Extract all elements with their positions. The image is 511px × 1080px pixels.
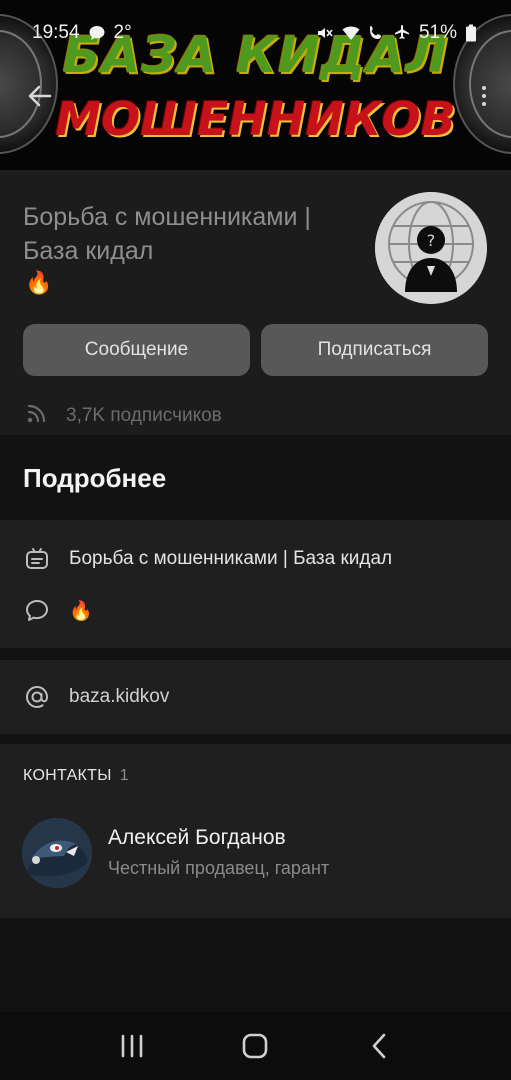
- channel-emoji: 🔥: [25, 270, 53, 295]
- channel-title: Борьба с мошенниками | База кидал: [23, 203, 311, 265]
- airplane-icon: [393, 24, 411, 42]
- link-card[interactable]: baza.kidkov: [0, 660, 511, 734]
- more-options-icon[interactable]: [479, 82, 489, 112]
- details-heading: Подробнее: [23, 463, 167, 493]
- contacts-title: КОНТАКТЫ 1: [23, 767, 129, 785]
- chat-bubble-icon: [88, 24, 106, 42]
- contacts-card: КОНТАКТЫ 1 Алексей Богданов Честный прода…: [0, 744, 511, 918]
- wifi-call-icon: [367, 24, 385, 42]
- bot-icon: [24, 546, 50, 572]
- channel-header: Борьба с мошенниками | База кидал 🔥 ? Со…: [0, 170, 511, 435]
- description-text: Борьба с мошенниками | База кидал: [69, 548, 393, 569]
- wifi-icon: [341, 24, 360, 42]
- svg-text:?: ?: [427, 231, 436, 250]
- weather-temperature: 2°: [113, 22, 132, 43]
- rss-icon: [26, 402, 48, 430]
- contact-subtitle: Честный продавец, гарант: [108, 858, 330, 878]
- cover-text-line2: МОШЕННИКОВ: [55, 92, 456, 146]
- status-emoji: 🔥: [69, 601, 93, 622]
- speech-bubble-icon: [24, 598, 50, 624]
- contacts-label: КОНТАКТЫ: [23, 767, 112, 784]
- clock: 19:54: [32, 22, 80, 43]
- link-row[interactable]: baza.kidkov: [0, 684, 511, 710]
- subscribers-count: 3,7K подписчиков: [66, 405, 222, 426]
- back-icon[interactable]: [359, 1026, 399, 1066]
- battery-icon: [465, 24, 483, 42]
- contacts-count: 1: [119, 767, 129, 784]
- details-card: Борьба с мошенниками | База кидал 🔥: [0, 520, 511, 648]
- recents-icon[interactable]: [112, 1026, 152, 1066]
- subscribe-button[interactable]: Подписаться: [261, 324, 488, 376]
- mute-icon: [315, 24, 333, 42]
- status-bar: 19:54 2° 51%: [0, 0, 511, 64]
- status-row: 🔥: [0, 598, 511, 624]
- back-arrow-icon[interactable]: [22, 78, 58, 114]
- message-button[interactable]: Сообщение: [23, 324, 250, 376]
- channel-avatar[interactable]: ?: [375, 192, 487, 304]
- system-nav-bar: [0, 1012, 511, 1080]
- channel-link[interactable]: baza.kidkov: [69, 686, 169, 708]
- battery-percent: 51%: [418, 22, 457, 43]
- at-sign-icon: [24, 684, 50, 710]
- home-icon[interactable]: [235, 1026, 275, 1066]
- contact-avatar[interactable]: [22, 818, 92, 888]
- contact-name[interactable]: Алексей Богданов: [108, 826, 286, 850]
- subscribers-info: 3,7K подписчиков: [26, 402, 222, 430]
- description-row: Борьба с мошенниками | База кидал: [0, 546, 511, 572]
